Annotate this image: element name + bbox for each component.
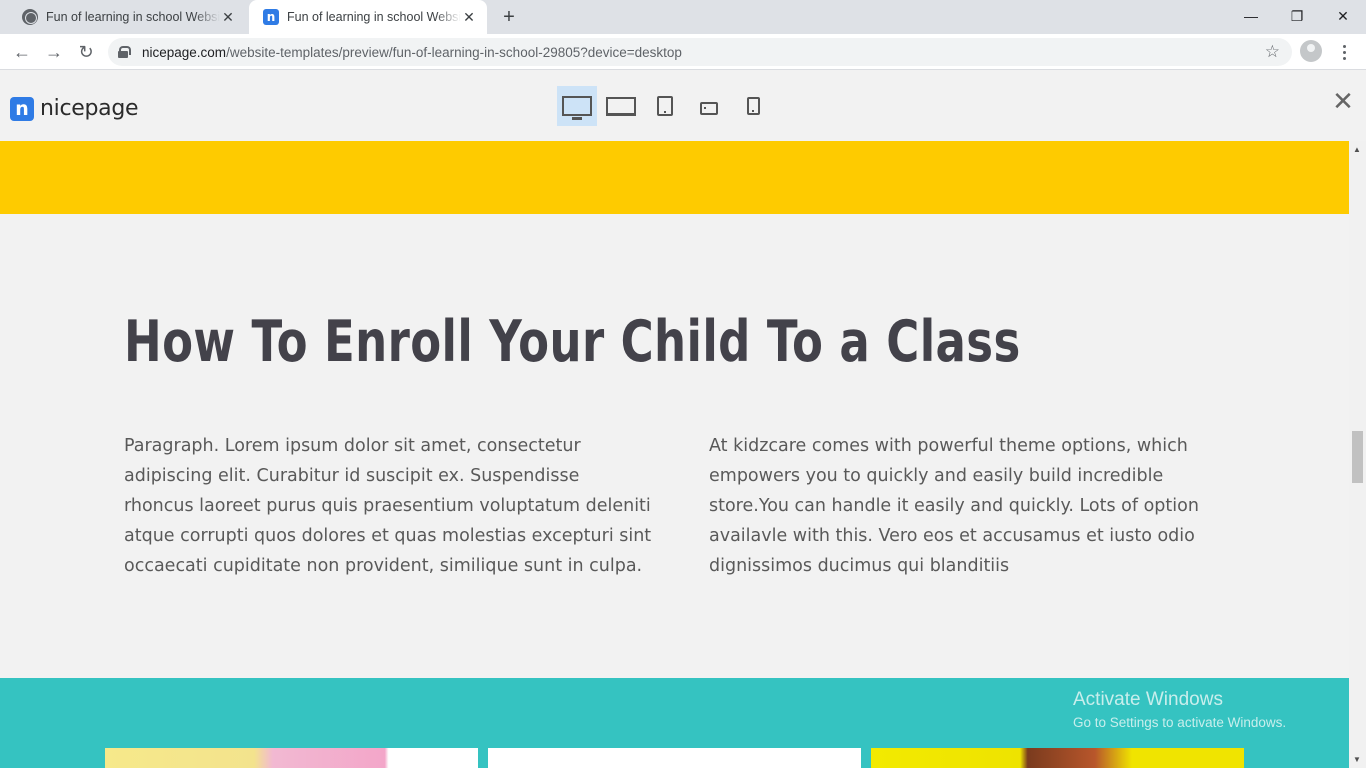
- minimize-button[interactable]: —: [1228, 0, 1274, 32]
- activate-windows-watermark: Activate Windows Go to Settings to activ…: [1073, 689, 1286, 730]
- lock-icon: [118, 46, 131, 58]
- tab-title: Fun of learning in school Website Templa…: [46, 10, 220, 24]
- page-scrollbar[interactable]: ▲ ▼: [1349, 141, 1366, 768]
- close-window-button[interactable]: ✕: [1320, 0, 1366, 32]
- desktop-icon: [562, 96, 592, 120]
- paragraph-left: Paragraph. Lorem ipsum dolor sit amet, c…: [124, 436, 652, 576]
- paragraph-right: At kidzcare comes with powerful theme op…: [709, 436, 1199, 576]
- nicepage-logo[interactable]: n nicepage: [10, 96, 139, 121]
- tab-title: Fun of learning in school Website Templa…: [287, 10, 461, 24]
- browser-tab-strip: Fun of learning in school Website Templa…: [0, 0, 1366, 34]
- reload-icon[interactable]: ↻: [72, 38, 100, 66]
- close-preview-icon[interactable]: ✕: [1330, 87, 1356, 117]
- scroll-down-icon[interactable]: ▼: [1353, 755, 1361, 764]
- new-tab-button[interactable]: +: [497, 5, 521, 29]
- bookmark-star-icon[interactable]: ☆: [1265, 42, 1280, 62]
- nicepage-logo-mark: n: [10, 96, 34, 121]
- browser-toolbar: ← → ↻ nicepage.com/website-templates/pre…: [0, 34, 1366, 70]
- watermark-subtitle: Go to Settings to activate Windows.: [1073, 715, 1287, 730]
- restore-button[interactable]: ❐: [1274, 0, 1320, 32]
- image-card-3: [871, 748, 1244, 768]
- browser-tab-1[interactable]: Fun of learning in school Website Templa…: [8, 0, 246, 34]
- phone-icon: [746, 97, 760, 115]
- profile-avatar[interactable]: [1300, 40, 1322, 62]
- preview-header: n nicepage ✕: [0, 71, 1366, 141]
- forward-icon[interactable]: →: [40, 38, 68, 66]
- browser-menu-icon[interactable]: [1336, 40, 1352, 64]
- browser-tab-2[interactable]: n Fun of learning in school Website Temp…: [249, 0, 487, 34]
- tablet-device-button[interactable]: [645, 86, 685, 126]
- scroll-up-icon[interactable]: ▲: [1353, 145, 1361, 154]
- yellow-section: [0, 141, 1349, 214]
- image-card-1: [105, 748, 478, 768]
- laptop-icon: [606, 96, 636, 116]
- url-path: /website-templates/preview/fun-of-learni…: [226, 44, 682, 60]
- tablet-icon: [657, 96, 673, 116]
- nicepage-icon: n: [263, 9, 279, 25]
- back-icon[interactable]: ←: [8, 38, 36, 66]
- section-heading: How To Enroll Your Child To a Class: [124, 309, 1021, 375]
- nicepage-logo-text: nicepage: [40, 96, 139, 121]
- scrollbar-thumb[interactable]: [1352, 431, 1363, 483]
- tablet-landscape-device-button[interactable]: [689, 86, 729, 126]
- watermark-title: Activate Windows: [1073, 689, 1223, 710]
- page-viewport: How To Enroll Your Child To a Class Para…: [0, 141, 1349, 768]
- address-bar[interactable]: nicepage.com/website-templates/preview/f…: [108, 38, 1292, 66]
- desktop-device-button[interactable]: [557, 86, 597, 126]
- tablet-landscape-icon: [700, 101, 718, 115]
- tab-close-icon[interactable]: ✕: [220, 9, 236, 25]
- phone-device-button[interactable]: [733, 86, 773, 126]
- laptop-device-button[interactable]: [601, 86, 641, 126]
- globe-icon: [22, 9, 38, 25]
- tab-close-icon[interactable]: ✕: [461, 9, 477, 25]
- image-card-2: [488, 748, 861, 768]
- url-host: nicepage.com: [142, 44, 227, 60]
